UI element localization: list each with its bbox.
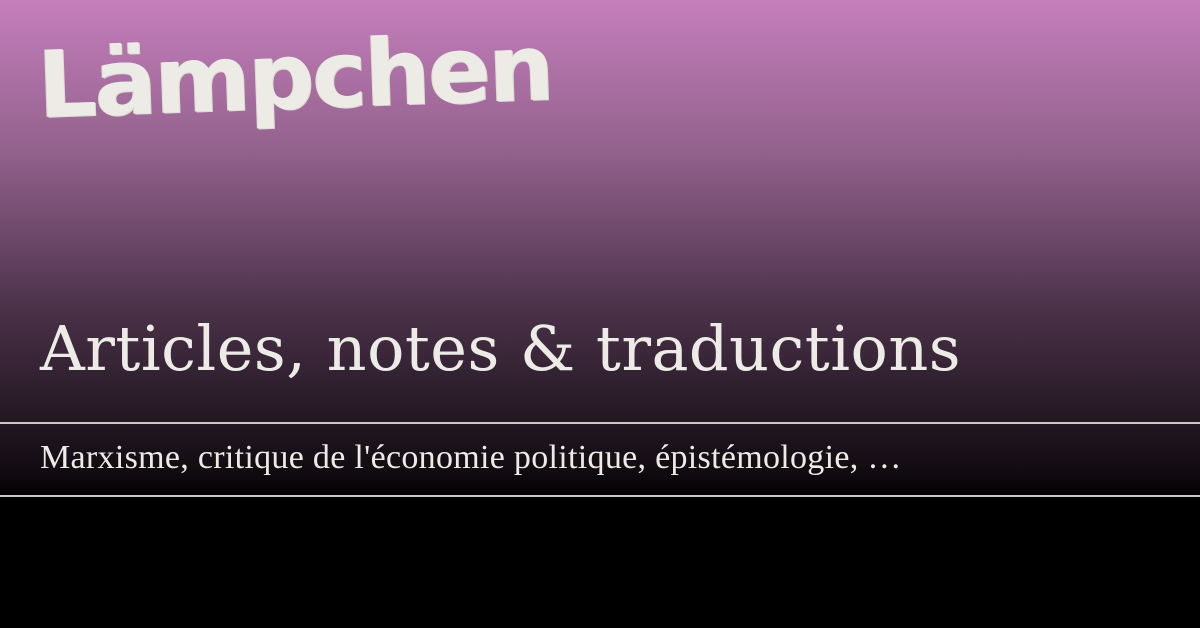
site-logo: Lämpchen	[36, 14, 554, 139]
divider-top	[0, 422, 1200, 424]
social-card: Lämpchen Articles, notes & traductions M…	[0, 0, 1200, 628]
tagline: Marxisme, critique de l'économie politiq…	[40, 439, 902, 476]
divider-bottom	[0, 495, 1200, 497]
page-title: Articles, notes & traductions	[40, 312, 962, 385]
